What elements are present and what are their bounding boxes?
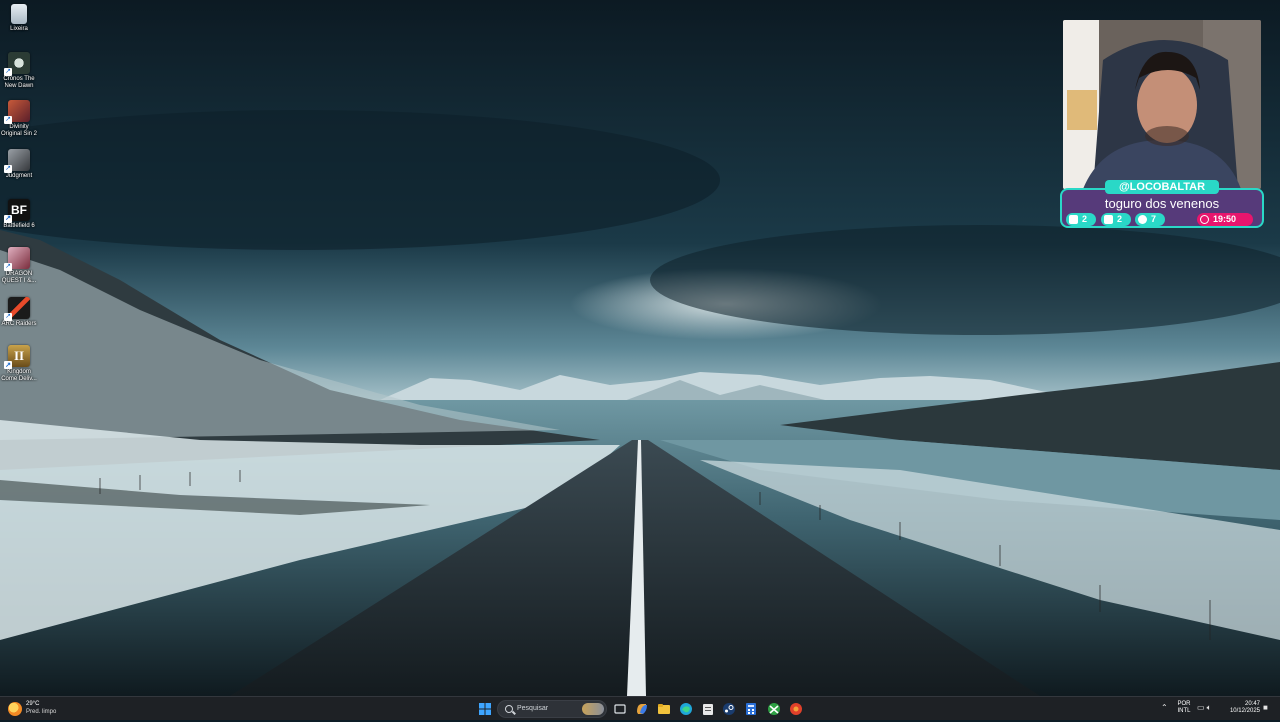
desktop-icon-dragon-quest[interactable]: ↗ DRAGON QUEST I &...: [0, 247, 38, 285]
stream-timer: 19:50: [1197, 213, 1253, 226]
recycle-bin-icon: [11, 4, 27, 24]
desktop-icon-cronos[interactable]: ↗ Cronos The New Dawn: [0, 52, 38, 90]
search-placeholder: Pesquisar: [517, 705, 549, 712]
task-view-icon: [614, 704, 626, 714]
file-explorer-icon: [658, 704, 670, 714]
edge-browser-icon: [680, 703, 692, 715]
desktop-icon-recycle-bin[interactable]: Lixeira: [0, 4, 38, 33]
steam-icon: [723, 703, 735, 715]
task-view-button[interactable]: [612, 701, 628, 717]
desktop-icon-kingdom-come[interactable]: II ↗ Kingdom Come Deliv...: [0, 345, 38, 383]
calculator-button[interactable]: [743, 701, 759, 717]
copilot-icon: [637, 704, 647, 714]
desktop-icon-label: Divinity Original Sin 2: [0, 124, 38, 137]
red-app-icon: [790, 703, 802, 715]
shortcut-arrow-icon: ↗: [4, 116, 12, 124]
taskbar: 29°C Pred. limpo Pesquisar ⌃ POR INTL ▭🔈…: [0, 696, 1280, 720]
streamer-handle: @LOCOBALTAR: [1105, 180, 1219, 194]
kick-icon: [1138, 215, 1147, 224]
edge-browser-button[interactable]: [678, 701, 694, 717]
stream-title: toguro dos venenos: [1104, 196, 1220, 211]
notification-bell-icon[interactable]: ■: [1263, 703, 1268, 712]
kingdom-come-game-icon: II ↗: [4, 345, 30, 369]
clock-icon: [1200, 215, 1209, 224]
shortcut-arrow-icon: ↗: [4, 263, 12, 271]
shortcut-arrow-icon: ↗: [4, 165, 12, 173]
kick-viewer-count: 7: [1135, 213, 1165, 226]
twitch-icon: [1069, 215, 1078, 224]
judgment-game-icon: ↗: [4, 149, 30, 173]
shortcut-arrow-icon: ↗: [4, 313, 12, 321]
keyboard-layout: INTL: [1177, 708, 1191, 714]
xbox-button[interactable]: [766, 701, 782, 717]
system-tray-icons[interactable]: ▭🔈︎: [1197, 703, 1213, 713]
youtube-icon: [1104, 215, 1113, 224]
weather-sun-icon: [8, 702, 22, 716]
desktop-icon-label: Battlefield 6: [3, 223, 35, 229]
desktop-icon-battlefield[interactable]: BF ↗ Battlefield 6: [0, 199, 38, 230]
keyboard-language-indicator[interactable]: POR INTL: [1175, 701, 1193, 715]
search-icon: [505, 705, 513, 713]
calculator-icon: [746, 703, 756, 715]
youtube-viewer-count: 2: [1101, 213, 1131, 226]
clock-time: 20:47: [1244, 701, 1260, 707]
twitch-viewer-count: 2: [1066, 213, 1096, 226]
steam-button[interactable]: [721, 701, 737, 717]
shortcut-arrow-icon: ↗: [4, 68, 12, 76]
notepad-button[interactable]: [700, 701, 716, 717]
webcam-feed: [1063, 20, 1261, 189]
weather-widget[interactable]: 29°C Pred. limpo: [8, 700, 88, 718]
divinity-game-icon: ↗: [4, 100, 30, 124]
weather-temperature: 29°C: [26, 701, 40, 707]
file-explorer-button[interactable]: [656, 701, 672, 717]
weather-condition: Pred. limpo: [26, 709, 57, 715]
windows-start-button[interactable]: [477, 701, 493, 717]
shortcut-arrow-icon: ↗: [4, 361, 12, 369]
cronos-game-icon: ↗: [4, 52, 30, 76]
desktop-icon-label: ARC Raiders: [1, 321, 37, 327]
arc-raiders-game-icon: ↗: [4, 297, 30, 321]
desktop-icon-arc-raiders[interactable]: ↗ ARC Raiders: [0, 297, 38, 328]
taskbar-search-box[interactable]: Pesquisar: [497, 700, 607, 718]
search-highlight-icon: [582, 703, 604, 715]
windows-start-icon: [479, 703, 491, 715]
dragon-quest-game-icon: ↗: [4, 247, 30, 271]
desktop-icon-label: Cronos The New Dawn: [3, 76, 35, 89]
shortcut-arrow-icon: ↗: [4, 215, 12, 223]
language-code: POR: [1177, 701, 1191, 707]
desktop-icon-label: Kingdom Come Deliv...: [1, 369, 37, 382]
red-app-button[interactable]: [788, 701, 804, 717]
copilot-button[interactable]: [634, 701, 650, 717]
battlefield-game-icon: BF ↗: [4, 199, 30, 223]
volume-icon: 🔈︎: [1206, 703, 1214, 712]
network-icon: ▭: [1197, 703, 1207, 712]
desktop-icon-label: DRAGON QUEST I &...: [1, 271, 37, 284]
xbox-icon: [768, 703, 780, 715]
chevron-up-icon[interactable]: ⌃: [1161, 703, 1168, 712]
taskbar-clock[interactable]: 20:47 10/12/2025: [1224, 701, 1260, 715]
notepad-icon: [703, 704, 713, 715]
clock-date: 10/12/2025: [1229, 708, 1260, 714]
desktop-icon-label: Judgment: [5, 173, 33, 179]
desktop-icon-label: Lixeira: [10, 26, 28, 32]
desktop-icon-divinity[interactable]: ↗ Divinity Original Sin 2: [0, 100, 38, 138]
desktop-icon-judgment[interactable]: ↗ Judgment: [0, 149, 38, 180]
